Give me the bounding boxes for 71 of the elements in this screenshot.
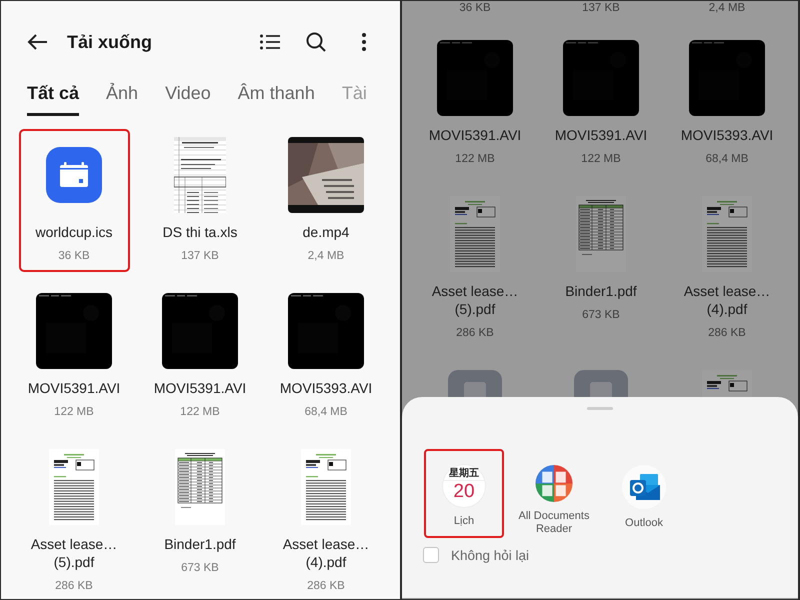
file-tile[interactable]: MOVI5393.AVI 68,4 MB — [270, 285, 382, 428]
file-name: MOVI5391.AVI — [554, 126, 648, 144]
file-name: MOVI5393.AVI — [280, 379, 372, 397]
file-name: DS thi ta.xls — [162, 223, 238, 241]
app-option[interactable]: All Documents Reader — [514, 449, 594, 538]
file-tile[interactable]: MOVI5393.AVI 68,4 MB — [672, 32, 782, 175]
file-tile[interactable]: MOVI5391.AVI 122 MB — [420, 32, 530, 175]
calendar-icon — [46, 147, 102, 203]
file-tile[interactable]: worldcup.ics 36 KB — [18, 129, 130, 272]
file-name: MOVI5391.AVI — [154, 379, 246, 397]
file-tile[interactable]: DS thi ta.xls 137 KB — [144, 129, 256, 272]
file-tile[interactable]: de.mp4 2,4 MB — [270, 129, 382, 272]
file-size: 286 KB — [456, 326, 494, 341]
file-name: Asset lease… (4).pdf — [282, 535, 370, 571]
file-tile[interactable]: MOVI5391.AVI 122 MB — [144, 285, 256, 428]
file-name: Binder1.pdf — [565, 282, 637, 300]
file-name: MOVI5391.AVI — [28, 379, 120, 397]
tab[interactable]: Tất cả — [27, 82, 80, 116]
outlook-app-icon — [622, 465, 666, 509]
file-tile[interactable]: Asset lease… (4).pdf 286 KB — [672, 188, 782, 349]
file-tile[interactable]: Binder1.pdf 673 KB — [144, 441, 256, 584]
file-size: 122 MB — [180, 405, 220, 420]
file-tile[interactable]: Asset lease… (5).pdf 286 KB — [18, 441, 130, 599]
back-button[interactable] — [27, 34, 48, 50]
drag-handle[interactable] — [587, 407, 613, 410]
file-size: 137 KB — [181, 249, 219, 264]
file-name: Asset lease… (5).pdf — [30, 535, 118, 571]
file-size: 673 KB — [582, 308, 620, 323]
file-tile[interactable]: Asset lease… (4).pdf 286 KB — [270, 441, 382, 599]
app-option[interactable]: Outlook — [604, 449, 684, 538]
file-size: 286 KB — [55, 579, 93, 594]
tab[interactable]: Ảnh — [106, 82, 138, 116]
file-size: 122 MB — [455, 152, 495, 167]
list-view-icon — [260, 34, 280, 50]
app-option[interactable]: 星期五 20 Lịch — [424, 449, 504, 538]
file-name: MOVI5393.AVI — [680, 126, 774, 144]
file-name: Asset lease… (4).pdf — [684, 282, 770, 318]
weekday-label: 星期五 — [449, 468, 479, 480]
list-view-button[interactable] — [260, 34, 280, 50]
day-number: 20 — [443, 480, 485, 503]
file-tile[interactable]: Asset lease… (5).pdf 286 KB — [420, 188, 530, 349]
file-size: 673 KB — [181, 561, 219, 576]
file-size: 2,4 MB — [308, 249, 344, 264]
file-size: 122 MB — [581, 152, 621, 167]
tab[interactable]: Video — [165, 82, 211, 116]
file-size: 2,4 MB — [708, 1, 746, 16]
search-icon — [306, 32, 326, 52]
file-name: de.mp4 — [302, 223, 350, 241]
file-name: Asset lease… (5).pdf — [432, 282, 518, 318]
file-size: 68,4 MB — [706, 152, 748, 167]
file-size: 122 MB — [54, 405, 94, 420]
file-size: 286 KB — [708, 326, 746, 341]
file-name: worldcup.ics — [35, 223, 113, 241]
more-icon — [362, 33, 366, 51]
file-size: 286 KB — [307, 579, 345, 594]
checkbox-label: Không hỏi lại — [451, 548, 530, 562]
file-size: 36 KB — [458, 1, 492, 16]
file-tile[interactable]: MOVI5391.AVI 122 MB — [18, 285, 130, 428]
more-button[interactable] — [362, 33, 366, 51]
tab[interactable]: Âm thanh — [238, 82, 315, 116]
back-arrow-icon — [27, 34, 48, 50]
file-size: 36 KB — [58, 249, 90, 264]
file-size: 137 KB — [581, 1, 621, 16]
checkbox[interactable] — [423, 547, 439, 563]
file-name: Binder1.pdf — [164, 535, 236, 553]
file-size: 68,4 MB — [304, 405, 348, 420]
search-button[interactable] — [306, 32, 326, 52]
file-name: MOVI5391.AVI — [428, 126, 522, 144]
file-tile[interactable]: Binder1.pdf 673 KB — [546, 188, 656, 331]
file-tile[interactable]: MOVI5391.AVI 122 MB — [546, 32, 656, 175]
page-title: Tải xuống — [67, 32, 153, 52]
